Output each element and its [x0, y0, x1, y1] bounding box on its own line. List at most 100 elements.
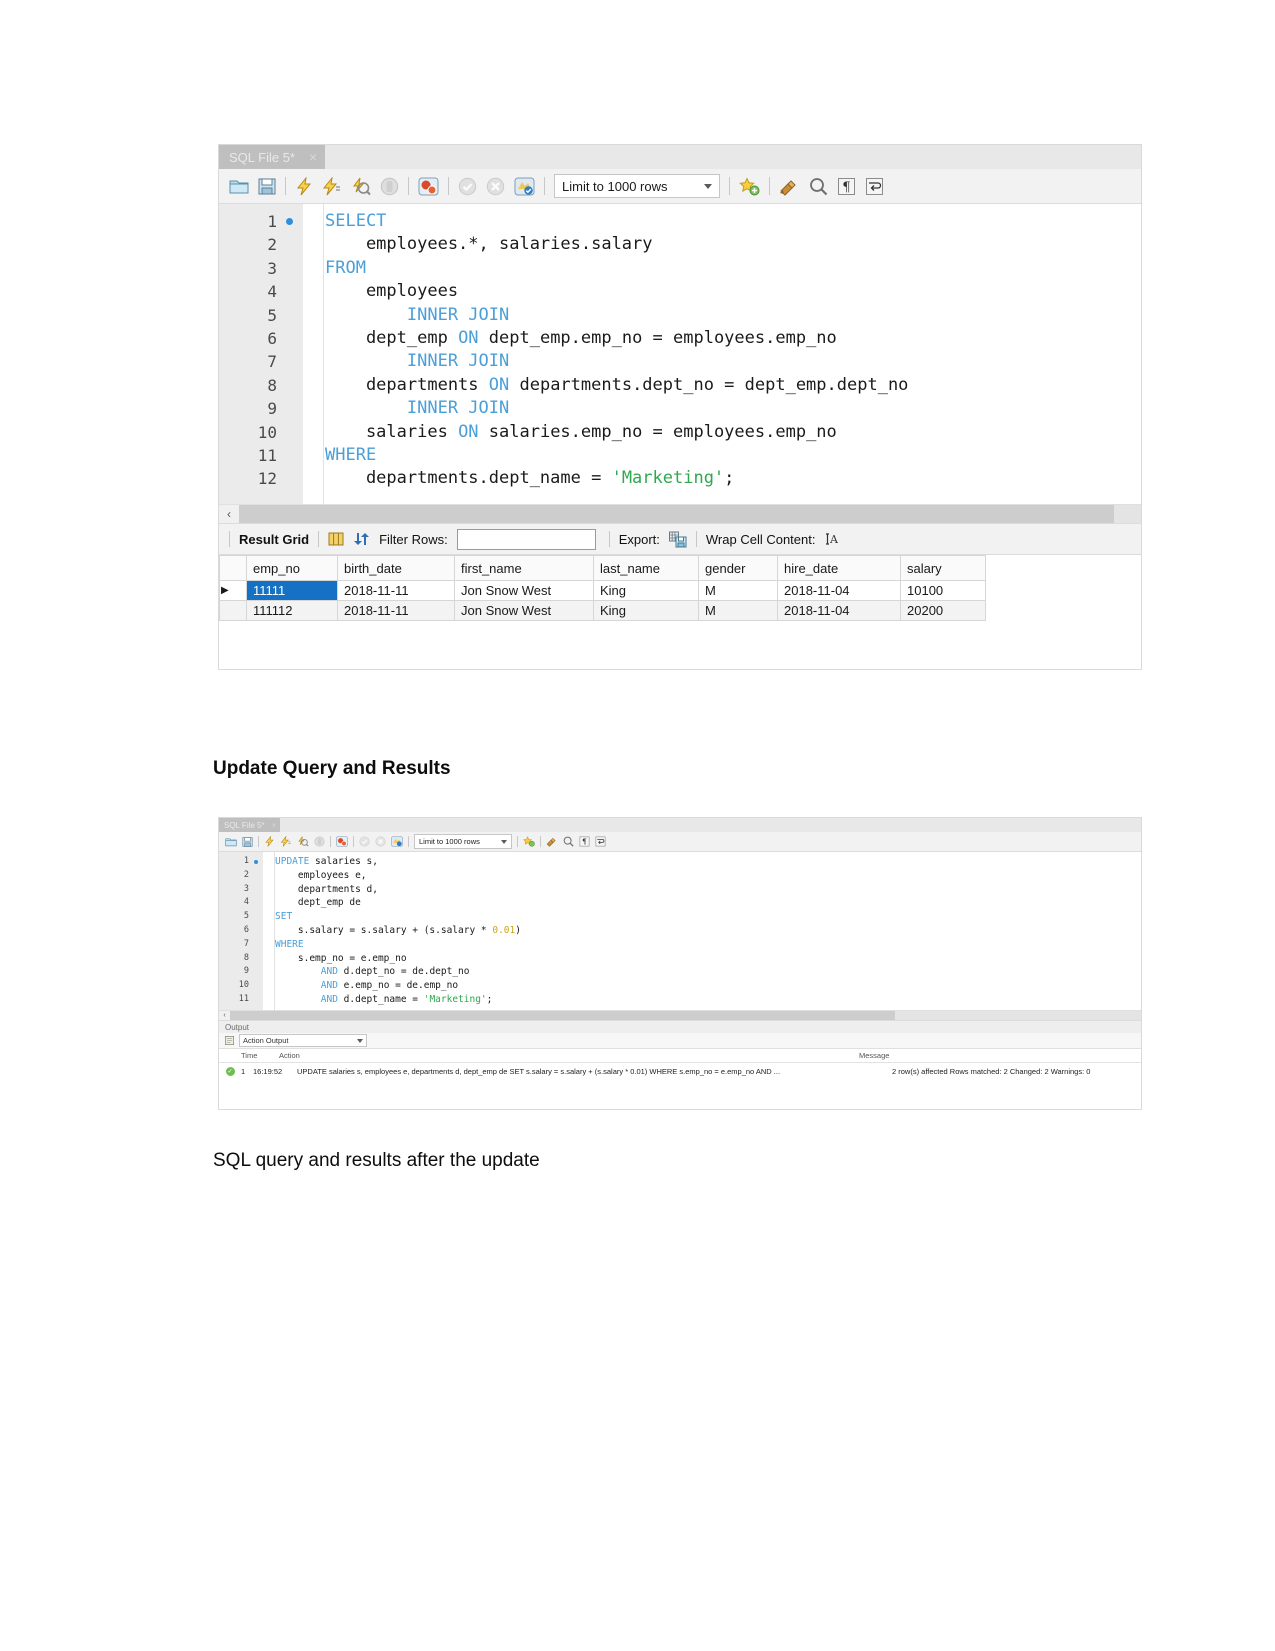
- toggle-wrapping-icon[interactable]: [865, 177, 884, 196]
- open-file-icon[interactable]: [229, 178, 249, 195]
- editor-divider: [274, 852, 275, 1010]
- editor-divider: [323, 204, 324, 504]
- sql-editor-select[interactable]: 1 2 3 4 5 6 7 8 9 10 11 12 SELECT employ…: [219, 204, 1141, 504]
- tab-sql-file-5[interactable]: SQL File 5* ×: [219, 818, 281, 832]
- beautify-icon[interactable]: [546, 836, 558, 847]
- refresh-icon[interactable]: [353, 531, 370, 547]
- code-line: employees: [325, 280, 1141, 303]
- cell-hire_date[interactable]: 2018-11-04: [777, 600, 901, 621]
- sql-code-text[interactable]: SELECT employees.*, salaries.salary FROM …: [303, 204, 1141, 504]
- output-row-time: 16:19:52: [253, 1066, 283, 1076]
- cell-salary[interactable]: 20200: [900, 600, 986, 621]
- code-token: s.salary = s.salary + (s.salary *: [275, 924, 493, 936]
- line-number: 5: [219, 910, 263, 924]
- cell-first_name[interactable]: Jon Snow West: [454, 600, 594, 621]
- cell-last_name[interactable]: King: [593, 600, 699, 621]
- explain-query-icon[interactable]: [351, 177, 371, 196]
- execute-current-statement-icon[interactable]: [322, 176, 342, 196]
- column-header-birth_date[interactable]: birth_date: [337, 555, 455, 581]
- scrollbar-track[interactable]: [239, 505, 1141, 523]
- scroll-left-icon[interactable]: ‹: [219, 507, 239, 521]
- row-selector-header[interactable]: [219, 555, 247, 581]
- column-header-emp_no[interactable]: emp_no: [246, 555, 338, 581]
- code-line: AND d.dept_name = 'Marketing';: [275, 993, 1141, 1007]
- row-limit-select[interactable]: Limit to 1000 rows: [414, 834, 512, 849]
- column-header-first_name[interactable]: first_name: [454, 555, 594, 581]
- toolbar-separator: [540, 836, 541, 847]
- beautify-icon[interactable]: [779, 177, 800, 196]
- column-header-salary[interactable]: salary: [900, 555, 986, 581]
- grid-view-icon[interactable]: [328, 531, 344, 547]
- table-row[interactable]: ▶ 11111 2018-11-11 Jon Snow West King M 2018-1…: [219, 580, 986, 601]
- tab-sql-file-5[interactable]: SQL File 5* ×: [219, 145, 326, 169]
- column-header-hire_date[interactable]: hire_date: [777, 555, 901, 581]
- cell-emp_no[interactable]: 11111: [246, 580, 338, 601]
- toggle-wrapping-icon[interactable]: [595, 836, 606, 847]
- line-number-text: 1: [267, 212, 277, 231]
- cell-birth_date[interactable]: 2018-11-11: [337, 580, 455, 601]
- open-file-icon[interactable]: [225, 837, 237, 847]
- execute-icon[interactable]: [295, 176, 313, 196]
- scrollbar-track[interactable]: [230, 1011, 1141, 1020]
- output-row[interactable]: ✓ 1 16:19:52 UPDATE salaries s, employee…: [219, 1063, 1141, 1079]
- row-limit-select[interactable]: Limit to 1000 rows: [554, 174, 720, 198]
- chevron-down-icon[interactable]: [704, 183, 712, 189]
- code-token: dept_emp.emp_no = employees.emp_no: [478, 328, 837, 349]
- editor-horizontal-scrollbar[interactable]: ‹: [219, 1010, 1141, 1020]
- toggle-breakpoint-icon[interactable]: [336, 836, 348, 847]
- invisible-chars-icon[interactable]: ¶: [837, 177, 856, 196]
- output-panel-title-bar: Output: [219, 1020, 1141, 1033]
- toggle-breakpoint-icon[interactable]: [418, 177, 439, 196]
- cell-last_name[interactable]: King: [593, 580, 699, 601]
- code-line: salaries ON salaries.emp_no = employees.…: [325, 421, 1141, 444]
- cell-emp_no[interactable]: 111112: [246, 600, 338, 621]
- cell-birth_date[interactable]: 2018-11-11: [337, 600, 455, 621]
- find-icon[interactable]: [563, 836, 574, 847]
- find-icon[interactable]: [809, 177, 828, 196]
- cell-gender[interactable]: M: [698, 600, 778, 621]
- scrollbar-thumb[interactable]: [239, 505, 1114, 523]
- result-grid-table[interactable]: emp_no birth_date first_name last_name gende…: [219, 555, 986, 621]
- output-type-select[interactable]: Action Output: [239, 1034, 367, 1047]
- wrap-cell-content-icon[interactable]: A: [824, 531, 840, 547]
- save-snippet-icon[interactable]: [739, 176, 760, 196]
- row-limit-label: Limit to 1000 rows: [419, 837, 480, 846]
- column-header-gender[interactable]: gender: [698, 555, 778, 581]
- execute-current-statement-icon[interactable]: [280, 836, 292, 847]
- autocommit-icon[interactable]: [391, 836, 403, 847]
- row-marker[interactable]: [219, 600, 247, 621]
- rollback-icon: [375, 836, 386, 847]
- sql-code-text[interactable]: UPDATE salaries s, employees e, departme…: [263, 852, 1141, 1010]
- table-row[interactable]: 111112 2018-11-11 Jon Snow West King M 2018-1…: [219, 600, 986, 621]
- code-token: INNER JOIN: [406, 351, 510, 372]
- invisible-chars-icon[interactable]: ¶: [579, 836, 590, 847]
- save-snippet-icon[interactable]: [523, 836, 535, 847]
- line-number: 12: [219, 467, 303, 490]
- output-row-index: 1: [241, 1066, 246, 1076]
- execute-icon[interactable]: [264, 836, 275, 847]
- filter-rows-input[interactable]: [456, 528, 596, 550]
- code-token: employees.*, salaries.salary: [325, 234, 653, 255]
- close-icon[interactable]: ×: [309, 149, 317, 165]
- row-marker[interactable]: ▶: [219, 580, 247, 601]
- chevron-down-icon[interactable]: [501, 839, 507, 844]
- cell-first_name[interactable]: Jon Snow West: [454, 580, 594, 601]
- save-file-icon[interactable]: [242, 836, 253, 847]
- scroll-left-icon[interactable]: ‹: [219, 1012, 230, 1019]
- cell-salary[interactable]: 10100: [900, 580, 986, 601]
- autocommit-icon[interactable]: [514, 177, 535, 196]
- column-header-last_name[interactable]: last_name: [593, 555, 699, 581]
- close-icon[interactable]: ×: [272, 821, 277, 830]
- scrollbar-thumb[interactable]: [230, 1011, 896, 1020]
- editor-horizontal-scrollbar[interactable]: ‹: [219, 504, 1141, 523]
- code-token: FROM: [325, 257, 366, 278]
- cell-gender[interactable]: M: [698, 580, 778, 601]
- code-line: dept_emp ON dept_emp.emp_no = employees.…: [325, 327, 1141, 350]
- export-icon[interactable]: [668, 531, 687, 548]
- cell-hire_date[interactable]: 2018-11-04: [777, 580, 901, 601]
- save-file-icon[interactable]: [258, 178, 276, 195]
- explain-query-icon[interactable]: [297, 836, 309, 847]
- chevron-down-icon[interactable]: [357, 1038, 363, 1043]
- sql-editor-update[interactable]: 1 2 3 4 5 6 7 8 9 10 11 UPDATE salaries …: [219, 852, 1141, 1010]
